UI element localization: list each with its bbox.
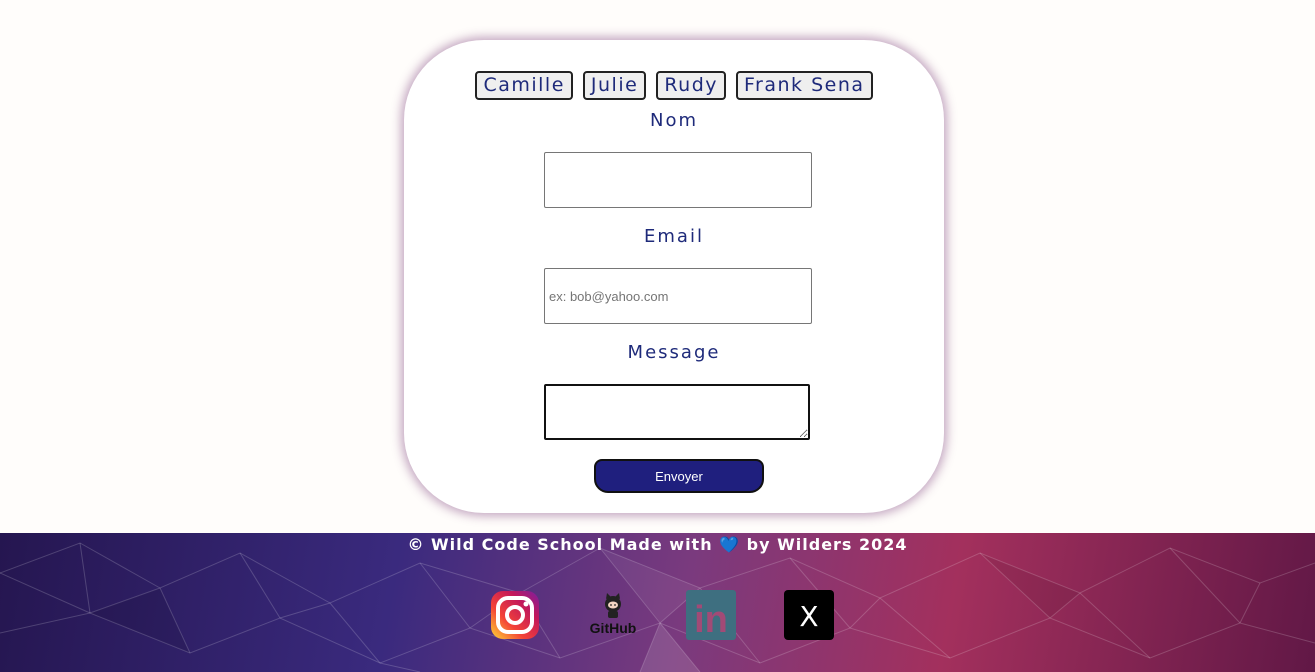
heart-icon: 💙 [719, 535, 741, 554]
tab-rudy[interactable]: Rudy [656, 71, 727, 100]
github-icon[interactable]: GitHub [588, 590, 638, 640]
nom-field[interactable] [544, 152, 812, 208]
x-icon[interactable]: X [784, 590, 834, 640]
tab-julie[interactable]: Julie [582, 71, 647, 100]
footer-text-before: © Wild Code School Made with [407, 535, 720, 554]
email-field[interactable] [544, 268, 812, 324]
github-label: GitHub [590, 620, 637, 636]
social-links: GitHub in X [490, 590, 834, 641]
instagram-icon[interactable] [490, 590, 540, 640]
x-label: X [799, 600, 818, 633]
footer-text-after: by Wilders 2024 [740, 535, 908, 554]
message-field[interactable] [544, 384, 810, 440]
footer: © Wild Code School Made with 💙 by Wilder… [0, 533, 1315, 672]
footer-credits: © Wild Code School Made with 💙 by Wilder… [0, 535, 1315, 554]
email-label: Email [644, 226, 704, 247]
tab-camille[interactable]: Camille [475, 71, 573, 100]
tab-frank-sena[interactable]: Frank Sena [736, 71, 873, 100]
linkedin-label: in [694, 599, 728, 640]
message-label: Message [627, 342, 721, 363]
linkedin-icon[interactable]: in [686, 590, 736, 641]
member-tabs: Camille Julie Rudy Frank Sena [404, 71, 944, 100]
nom-label: Nom [649, 110, 698, 131]
contact-card: Camille Julie Rudy Frank Sena Nom Email … [404, 40, 944, 513]
page: Camille Julie Rudy Frank Sena Nom Email … [0, 0, 1315, 672]
submit-button[interactable]: Envoyer [594, 459, 764, 493]
